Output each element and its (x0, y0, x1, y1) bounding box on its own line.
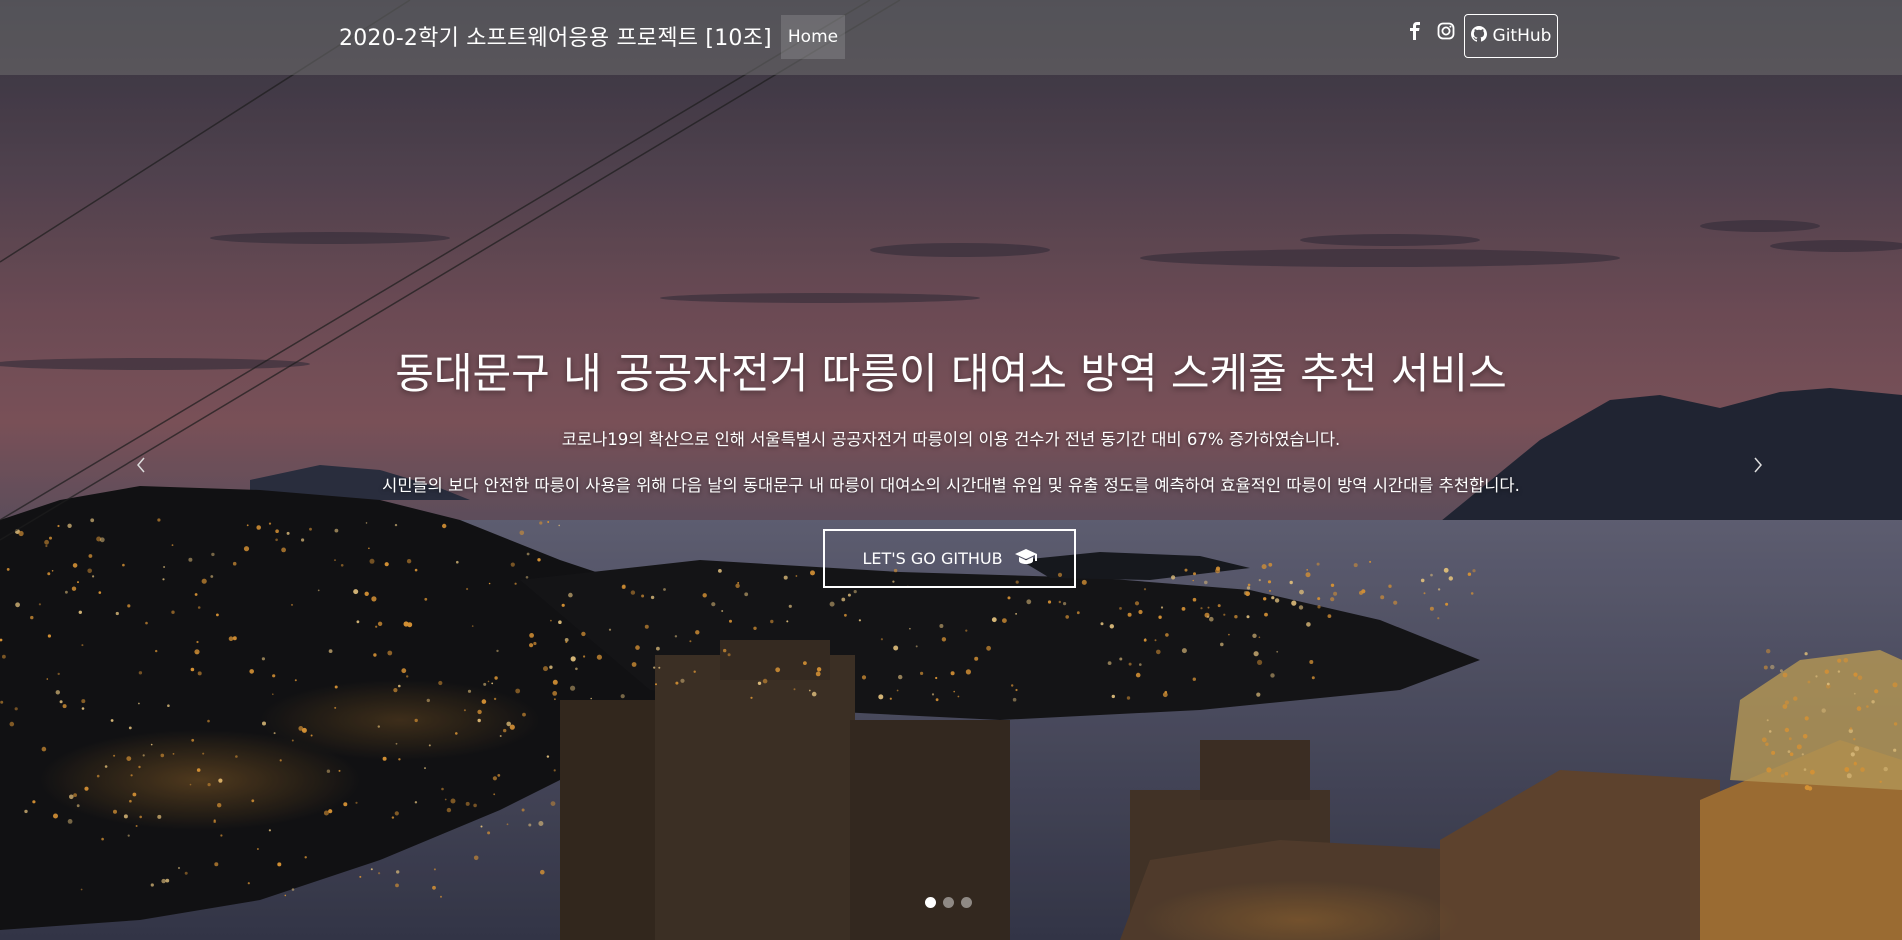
nav-home-link[interactable]: Home (781, 15, 845, 59)
lets-go-github-button[interactable]: LET'S GO GITHUB (823, 529, 1076, 588)
github-label: GitHub (1492, 26, 1552, 46)
github-button[interactable]: GitHub (1464, 14, 1558, 58)
carousel-indicator-2[interactable] (943, 897, 954, 908)
carousel-indicator-3[interactable] (961, 897, 972, 908)
navbar: 2020-2학기 소프트웨어응용 프로젝트 [10조] Home GitHub (0, 0, 1902, 75)
carousel-indicator-1[interactable] (925, 897, 936, 908)
chevron-right-icon[interactable] (1752, 455, 1764, 480)
chevron-left-icon[interactable] (135, 455, 147, 480)
hero-title: 동대문구 내 공공자전거 따릉이 대여소 방역 스케줄 추천 서비스 (395, 349, 1507, 398)
github-icon (1470, 25, 1487, 47)
hero-description-1: 코로나19의 확산으로 인해 서울특별시 공공자전거 따릉이의 이용 건수가 전… (561, 430, 1341, 449)
instagram-icon[interactable] (1437, 22, 1455, 45)
facebook-icon[interactable] (1409, 22, 1421, 45)
carousel-indicators (925, 897, 972, 908)
graduation-cap-icon (1014, 548, 1037, 569)
hero-background (0, 0, 1902, 940)
city-sunset-image (0, 0, 1902, 940)
cta-label: LET'S GO GITHUB (862, 549, 1003, 568)
navbar-brand[interactable]: 2020-2학기 소프트웨어응용 프로젝트 [10조] (339, 20, 772, 52)
hero-description-2: 시민들의 보다 안전한 따릉이 사용을 위해 다음 날의 동대문구 내 따릉이 … (382, 476, 1520, 495)
